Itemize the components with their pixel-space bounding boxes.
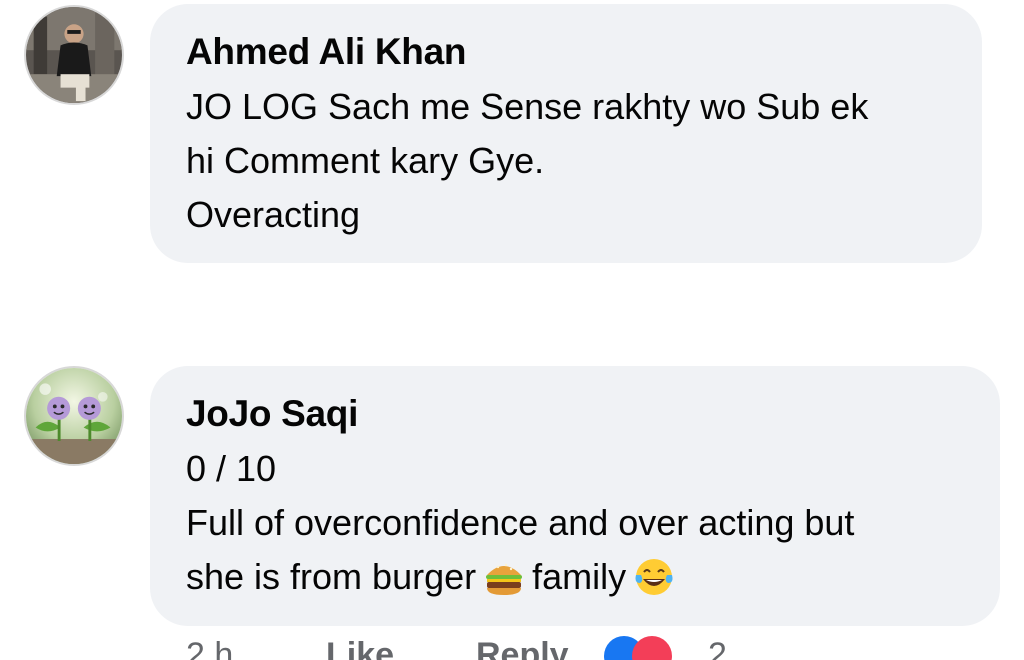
comment-text-fragment: she is from burger — [186, 556, 477, 597]
comment-author[interactable]: Ahmed Ali Khan — [186, 30, 946, 74]
tears-of-joy-emoji-icon — [632, 555, 676, 599]
avatar-jojo-saqi[interactable] — [24, 366, 124, 466]
comment-text-line: Full of overconfidence and over acting b… — [186, 502, 855, 543]
profile-photo-icon — [26, 7, 122, 103]
reply-button[interactable]: Reply — [476, 636, 569, 660]
comment-timestamp[interactable]: 2 h — [186, 636, 233, 660]
comment-text-line: she is from burger family — [186, 550, 964, 604]
comment-bubble: Ahmed Ali Khan JO LOG Sach me Sense rakh… — [150, 4, 982, 263]
burger-emoji-icon — [482, 555, 526, 599]
comment-text-line: Overacting — [186, 194, 361, 235]
comment-text-line: JO LOG Sach me Sense rakhty wo Sub ek — [186, 86, 869, 127]
comment-author[interactable]: JoJo Saqi — [186, 392, 964, 436]
reaction-count[interactable]: 2 — [708, 636, 727, 660]
avatar-ahmed-ali-khan[interactable] — [24, 5, 124, 105]
comment-text-fragment: family — [532, 556, 627, 597]
profile-photo-icon — [26, 368, 122, 464]
like-button[interactable]: Like — [326, 636, 394, 660]
love-reaction-icon[interactable] — [632, 636, 672, 660]
comment-text-line: 0 / 10 — [186, 448, 277, 489]
comment-text-line: hi Comment kary Gye. — [186, 140, 545, 181]
comment-bubble: JoJo Saqi 0 / 10 Full of overconfidence … — [150, 366, 1000, 626]
comments-thread: Ahmed Ali Khan JO LOG Sach me Sense rakh… — [0, 0, 1024, 660]
